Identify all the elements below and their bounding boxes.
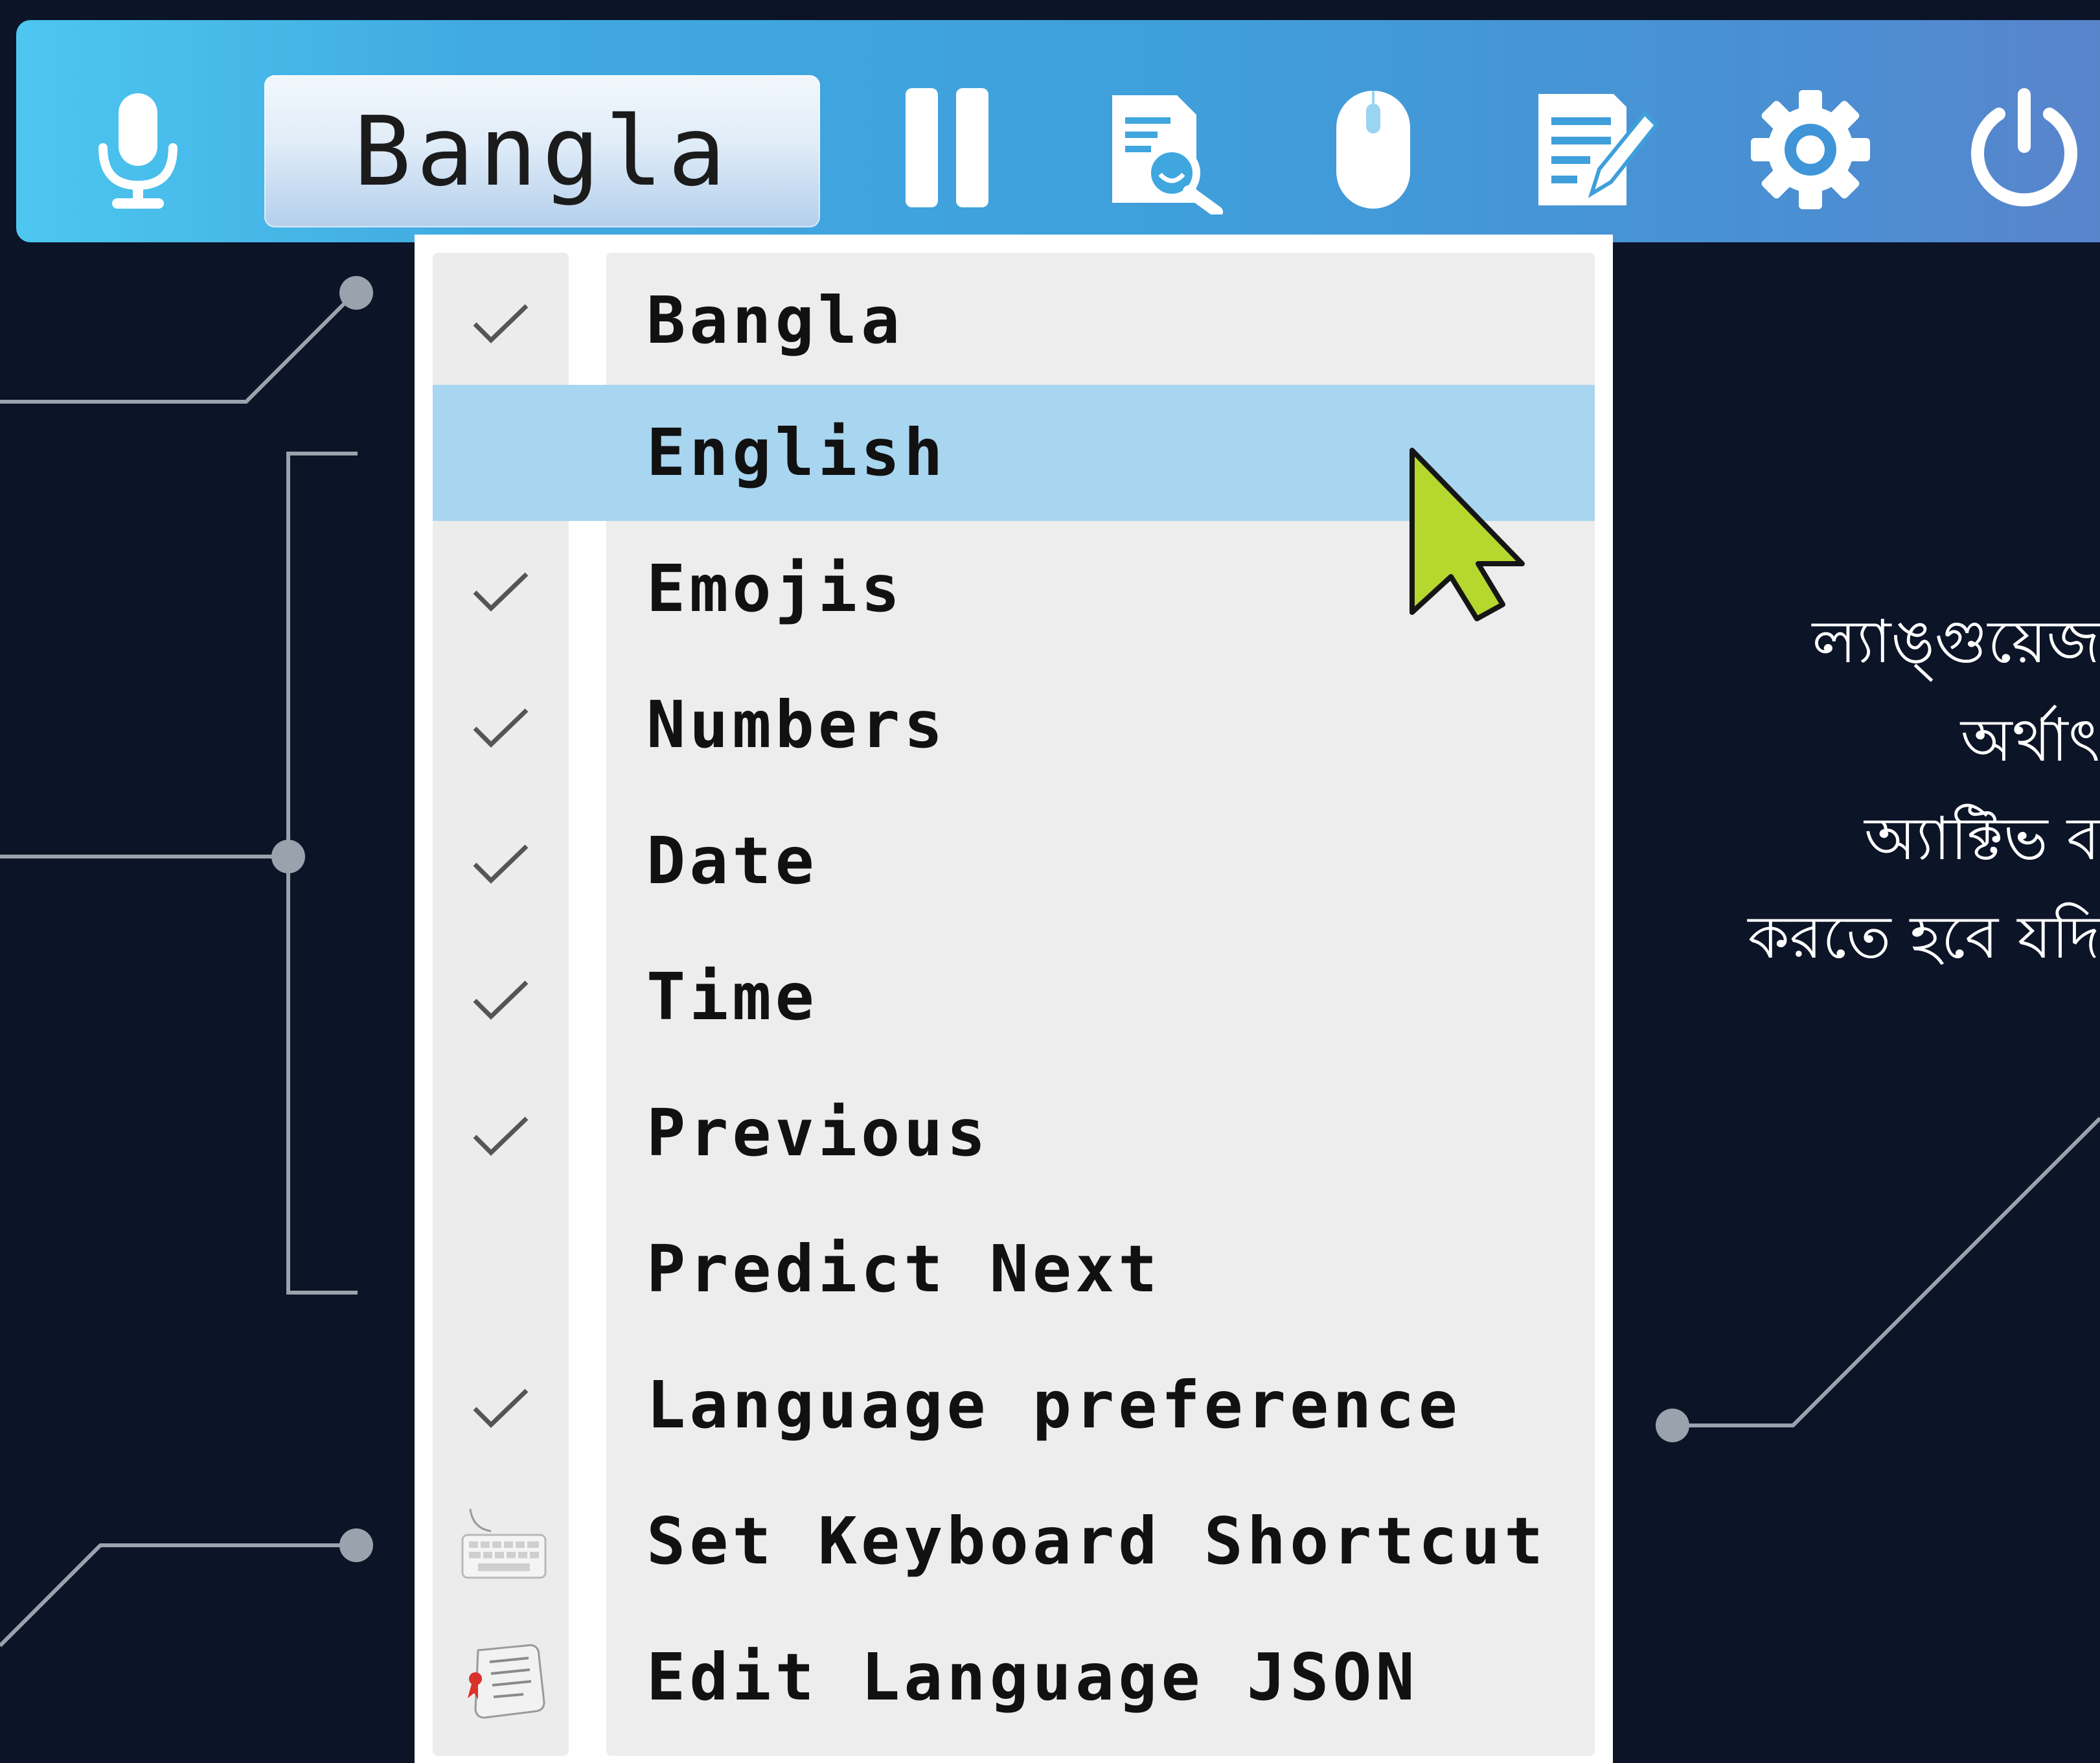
document-search-icon[interactable] — [1099, 85, 1229, 214]
menu-item-label: Date — [646, 823, 818, 899]
gear-icon[interactable] — [1746, 85, 1875, 214]
language-selector-button[interactable]: Bangla — [264, 75, 820, 227]
checkmark-icon — [473, 1389, 529, 1428]
menu-item-bangla[interactable]: Bangla — [433, 253, 1595, 389]
description-line: অ্যাক্টিভ ব — [1864, 804, 2100, 873]
microphone-icon[interactable] — [73, 85, 203, 214]
pause-icon[interactable] — [882, 85, 1012, 214]
menu-item-label: Bangla — [646, 282, 904, 358]
language-selector-label: Bangla — [353, 95, 731, 207]
menu-item-label: English — [646, 415, 947, 490]
menu-item-label: Predict Next — [646, 1231, 1161, 1307]
menu-item-language-preference[interactable]: Language preference — [433, 1337, 1595, 1473]
checkmark-icon — [473, 708, 529, 748]
menu-item-label: Emojis — [646, 551, 904, 627]
menu-item-edit-language-json[interactable]: Edit Language JSON — [433, 1609, 1595, 1746]
power-icon[interactable] — [1959, 85, 2089, 214]
menu-item-label: Time — [646, 959, 818, 1035]
menu-item-predict-next[interactable]: Predict Next — [433, 1201, 1595, 1337]
toolbar: Bangla — [16, 20, 2100, 242]
bengali-description-text: ল্যাঙ্গুয়েজ অর্থাৎ অ্যাক্টিভ ব করতে হবে… — [1658, 593, 2100, 995]
description-line: করতে হবে যদি — [1748, 903, 2100, 972]
menu-item-label: Language preference — [646, 1367, 1461, 1443]
menu-item-numbers[interactable]: Numbers — [433, 657, 1595, 793]
keyboard-icon — [461, 1508, 547, 1579]
checkmark-icon — [473, 572, 529, 612]
menu-item-time[interactable]: Time — [433, 929, 1595, 1065]
edit-document-icon[interactable] — [1529, 85, 1659, 214]
mouse-cursor-icon — [1410, 448, 1525, 621]
menu-item-previous[interactable]: Previous — [433, 1065, 1595, 1201]
menu-item-label: Numbers — [646, 687, 947, 763]
menu-item-label: Edit Language JSON — [646, 1639, 1419, 1715]
checkmark-icon — [473, 304, 529, 343]
description-line: অর্থাৎ — [1960, 706, 2100, 775]
menu-item-set-keyboard-shortcut[interactable]: Set Keyboard Shortcut — [433, 1473, 1595, 1609]
checkmark-icon — [473, 980, 529, 1020]
scroll-icon — [468, 1644, 545, 1719]
mouse-icon[interactable] — [1308, 85, 1438, 214]
description-line: ল্যাঙ্গুয়েজ — [1812, 607, 2100, 676]
menu-item-label: Previous — [646, 1095, 990, 1171]
menu-item-label: Set Keyboard Shortcut — [646, 1503, 1547, 1579]
menu-item-date[interactable]: Date — [433, 793, 1595, 929]
checkmark-icon — [473, 1116, 529, 1156]
checkmark-icon — [473, 844, 529, 884]
